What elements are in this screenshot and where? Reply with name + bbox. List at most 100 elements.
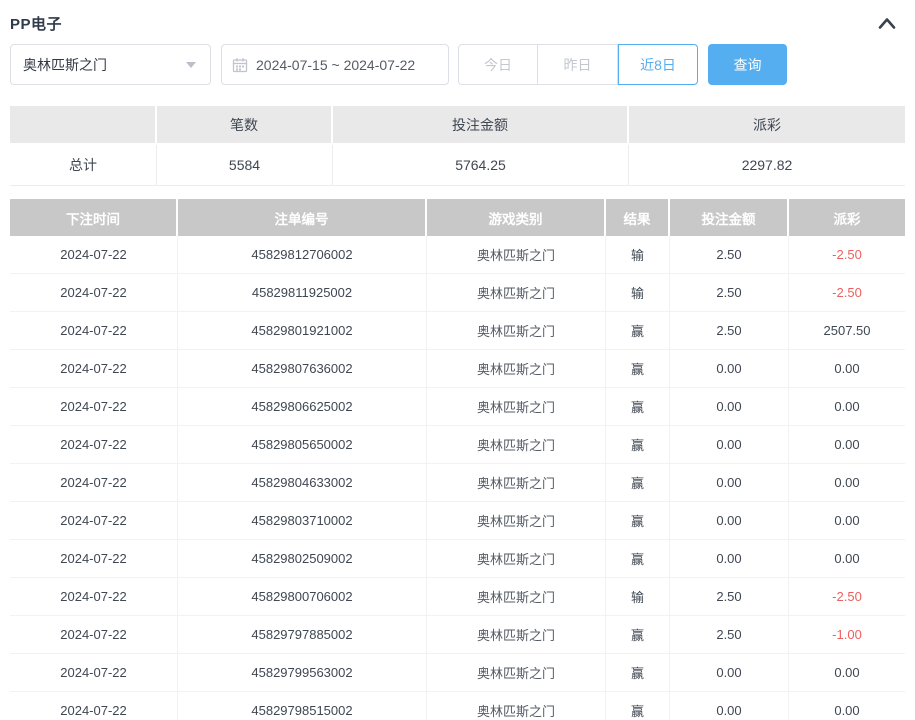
table-row: 2024-07-22 45829811925002 奥林匹斯之门 输 2.50 … (10, 274, 905, 312)
order-number-cell: 45829805650002 (178, 426, 427, 464)
table-row: 2024-07-22 45829812706002 奥林匹斯之门 输 2.50 … (10, 236, 905, 274)
result-cell: 赢 (606, 426, 670, 464)
game-category-cell: 奥林匹斯之门 (427, 236, 606, 274)
result-cell: 赢 (606, 312, 670, 350)
payout-cell: 0.00 (789, 654, 905, 692)
date-range-value: 2024-07-15 ~ 2024-07-22 (256, 57, 415, 73)
bet-amount-cell: 0.00 (670, 464, 789, 502)
game-category-cell: 奥林匹斯之门 (427, 312, 606, 350)
today-button[interactable]: 今日 (458, 44, 538, 85)
bet-time-cell: 2024-07-22 (10, 540, 178, 578)
payout-cell: -1.00 (789, 616, 905, 654)
bet-records-table: 下注时间注单编号游戏类别结果投注金额派彩 2024-07-22 45829812… (10, 199, 905, 720)
pp-dianzi-panel: PP电子 奥林匹斯之门 2024-07-15 ~ 2024- (0, 0, 915, 720)
order-number-cell: 45829798515002 (178, 692, 427, 720)
filter-bar: 奥林匹斯之门 2024-07-15 ~ 2024-07-22 今日 昨日 近8日… (10, 44, 905, 85)
bet-amount-cell: 0.00 (670, 540, 789, 578)
summary-total-label: 总计 (10, 145, 157, 186)
bet-amount-cell: 0.00 (670, 692, 789, 720)
bet-amount-cell: 2.50 (670, 578, 789, 616)
result-cell: 输 (606, 578, 670, 616)
collapse-button[interactable] (871, 16, 903, 30)
result-cell: 输 (606, 236, 670, 274)
table-row: 2024-07-22 45829801921002 奥林匹斯之门 赢 2.50 … (10, 312, 905, 350)
last-8-days-button[interactable]: 近8日 (618, 44, 698, 85)
order-number-cell: 45829800706002 (178, 578, 427, 616)
payout-cell: 0.00 (789, 502, 905, 540)
bet-time-cell: 2024-07-22 (10, 426, 178, 464)
order-number-cell: 45829806625002 (178, 388, 427, 426)
payout-cell: 2507.50 (789, 312, 905, 350)
date-quick-filter-group: 今日 昨日 近8日 (458, 44, 698, 85)
game-category-cell: 奥林匹斯之门 (427, 464, 606, 502)
result-cell: 赢 (606, 350, 670, 388)
yesterday-button[interactable]: 昨日 (538, 44, 618, 85)
table-header-cell: 游戏类别 (427, 199, 606, 236)
bet-time-cell: 2024-07-22 (10, 654, 178, 692)
summary-total-payout: 2297.82 (629, 145, 905, 186)
summary-header-cell: 投注金额 (333, 106, 629, 143)
game-select-value: 奥林匹斯之门 (23, 55, 107, 75)
table-header-cell: 下注时间 (10, 199, 178, 236)
game-category-cell: 奥林匹斯之门 (427, 502, 606, 540)
order-number-cell: 45829804633002 (178, 464, 427, 502)
date-range-picker[interactable]: 2024-07-15 ~ 2024-07-22 (221, 44, 449, 85)
table-header-cell: 注单编号 (178, 199, 427, 236)
chevron-down-icon (186, 62, 196, 68)
bet-amount-cell: 2.50 (670, 236, 789, 274)
bet-time-cell: 2024-07-22 (10, 464, 178, 502)
game-category-cell: 奥林匹斯之门 (427, 350, 606, 388)
table-row: 2024-07-22 45829797885002 奥林匹斯之门 赢 2.50 … (10, 616, 905, 654)
bet-amount-cell: 2.50 (670, 616, 789, 654)
bet-amount-cell: 0.00 (670, 350, 789, 388)
bet-time-cell: 2024-07-22 (10, 502, 178, 540)
search-button[interactable]: 查询 (708, 44, 787, 85)
table-row: 2024-07-22 45829798515002 奥林匹斯之门 赢 0.00 … (10, 692, 905, 720)
result-cell: 赢 (606, 502, 670, 540)
result-cell: 赢 (606, 616, 670, 654)
table-header-cell: 投注金额 (670, 199, 789, 236)
payout-cell: 0.00 (789, 540, 905, 578)
payout-cell: 0.00 (789, 692, 905, 720)
summary-table-header: 笔数投注金额派彩 (10, 106, 905, 143)
result-cell: 赢 (606, 654, 670, 692)
bet-amount-cell: 2.50 (670, 274, 789, 312)
table-header-cell: 结果 (606, 199, 670, 236)
summary-total-row: 总计 5584 5764.25 2297.82 (10, 145, 905, 186)
table-row: 2024-07-22 45829804633002 奥林匹斯之门 赢 0.00 … (10, 464, 905, 502)
game-category-cell: 奥林匹斯之门 (427, 692, 606, 720)
bet-time-cell: 2024-07-22 (10, 578, 178, 616)
payout-cell: 0.00 (789, 426, 905, 464)
order-number-cell: 45829812706002 (178, 236, 427, 274)
order-number-cell: 45829799563002 (178, 654, 427, 692)
table-row: 2024-07-22 45829800706002 奥林匹斯之门 输 2.50 … (10, 578, 905, 616)
bet-time-cell: 2024-07-22 (10, 616, 178, 654)
bet-time-cell: 2024-07-22 (10, 312, 178, 350)
payout-cell: 0.00 (789, 388, 905, 426)
game-category-cell: 奥林匹斯之门 (427, 540, 606, 578)
table-header-cell: 派彩 (789, 199, 905, 236)
chevron-up-icon (877, 16, 897, 30)
payout-cell: -2.50 (789, 274, 905, 312)
order-number-cell: 45829807636002 (178, 350, 427, 388)
payout-cell: -2.50 (789, 236, 905, 274)
game-category-cell: 奥林匹斯之门 (427, 654, 606, 692)
bet-amount-cell: 0.00 (670, 502, 789, 540)
order-number-cell: 45829801921002 (178, 312, 427, 350)
bet-amount-cell: 0.00 (670, 388, 789, 426)
game-category-cell: 奥林匹斯之门 (427, 274, 606, 312)
result-cell: 输 (606, 274, 670, 312)
order-number-cell: 45829803710002 (178, 502, 427, 540)
table-row: 2024-07-22 45829807636002 奥林匹斯之门 赢 0.00 … (10, 350, 905, 388)
payout-cell: 0.00 (789, 350, 905, 388)
result-cell: 赢 (606, 540, 670, 578)
bet-amount-cell: 2.50 (670, 312, 789, 350)
bet-time-cell: 2024-07-22 (10, 236, 178, 274)
game-select[interactable]: 奥林匹斯之门 (10, 44, 211, 85)
table-row: 2024-07-22 45829805650002 奥林匹斯之门 赢 0.00 … (10, 426, 905, 464)
summary-total-count: 5584 (157, 145, 333, 186)
panel-title: PP电子 (10, 13, 62, 34)
table-row: 2024-07-22 45829799563002 奥林匹斯之门 赢 0.00 … (10, 654, 905, 692)
summary-header-cell (10, 106, 157, 143)
result-cell: 赢 (606, 464, 670, 502)
